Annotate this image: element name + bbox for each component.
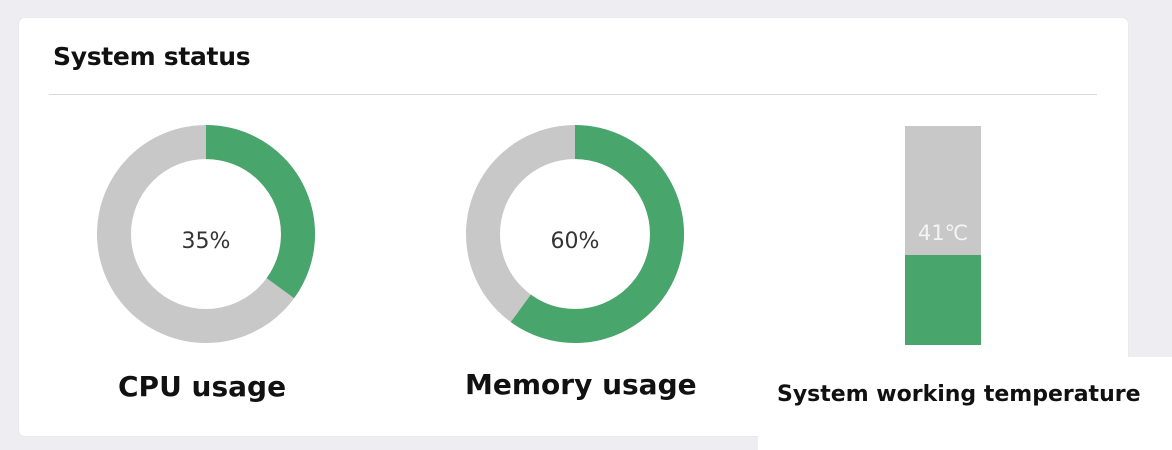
temperature-bar: 41℃ <box>905 126 981 345</box>
title-divider <box>49 94 1097 95</box>
temperature-label: System working temperature <box>777 382 1141 407</box>
cpu-usage-label: CPU usage <box>118 370 287 403</box>
temperature-bar-fill <box>905 255 981 345</box>
temperature-value: 41℃ <box>917 221 969 245</box>
memory-usage-label: Memory usage <box>465 368 697 401</box>
panel-title: System status <box>53 42 251 71</box>
cpu-usage-value: 35% <box>181 229 231 254</box>
memory-usage-value: 60% <box>550 229 600 254</box>
